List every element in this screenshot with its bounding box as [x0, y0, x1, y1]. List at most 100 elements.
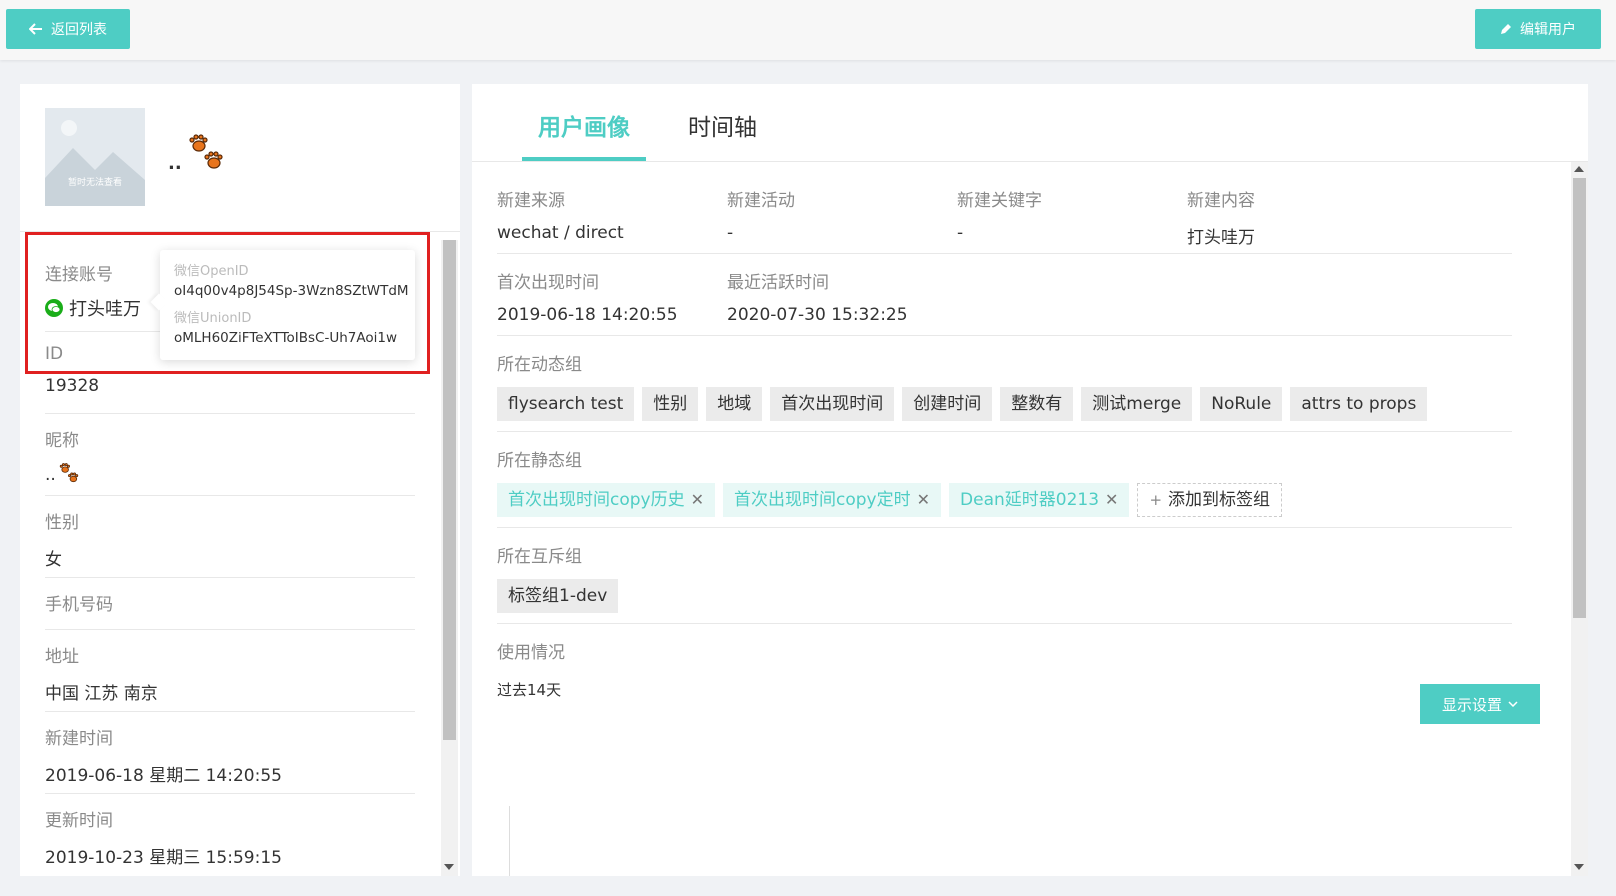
add-to-tag-group-button[interactable]: + 添加到标签组 [1137, 483, 1283, 517]
field-value: 2019-10-23 星期三 15:59:15 [45, 848, 282, 868]
top-bar: 返回列表 编辑用户 [0, 0, 1616, 60]
tag-label: 首次出现时间copy定时 [734, 490, 911, 510]
field-label: 更新时间 [45, 811, 113, 831]
info-last-active: 最近活跃时间 2020-07-30 15:32:25 [727, 268, 908, 325]
profile-nickname: .. [168, 134, 226, 174]
pencil-icon [1501, 24, 1511, 34]
info-label: 新建内容 [1187, 191, 1255, 211]
section-title: 所在静态组 [497, 451, 582, 471]
user-info-panel: 暂时无法查看 .. 连接账号 打头哇万 ID 19328 昵称 .. 性别 女 … [20, 84, 460, 876]
user-detail-panel: 用户画像 时间轴 新建来源 wechat / direct 新建活动 - 新建关… [472, 84, 1588, 876]
info-first-seen: 首次出现时间 2019-06-18 14:20:55 [497, 268, 678, 325]
info-keyword: 新建关键字 - [957, 186, 1042, 243]
info-value: - [727, 223, 734, 243]
info-value: 打头哇万 [1187, 228, 1255, 248]
group-tag[interactable]: 整数有 [1000, 387, 1074, 421]
tab-timeline[interactable]: 时间轴 [688, 108, 757, 142]
mutex-groups-section: 所在互斥组 标签组1-dev [497, 528, 1512, 624]
field-created-at: 新建时间 2019-06-18 星期二 14:20:55 [45, 724, 415, 794]
mutex-group-tags: 标签组1-dev [497, 579, 1512, 613]
static-groups-section: 所在静态组 首次出现时间copy历史 ✕ 首次出现时间copy定时 ✕ Dean… [497, 432, 1512, 528]
dynamic-group-tags: flysearch test 性别 地域 首次出现时间 创建时间 整数有 测试m… [497, 387, 1512, 421]
group-tag[interactable]: NoRule [1200, 387, 1283, 421]
info-activity: 新建活动 - [727, 186, 795, 243]
add-button-label: 添加到标签组 [1168, 490, 1271, 510]
field-nickname: 昵称 .. [45, 426, 415, 496]
display-settings-button[interactable]: 显示设置 [1420, 684, 1540, 724]
dynamic-groups-section: 所在动态组 flysearch test 性别 地域 首次出现时间 创建时间 整… [497, 336, 1512, 432]
arrow-left-icon [29, 23, 42, 35]
right-scrollbar-thumb[interactable] [1573, 178, 1586, 618]
field-label: 性别 [45, 513, 79, 533]
wechat-id-tooltip: 微信OpenID oI4q00v4p8J54Sp-3Wzn8SZtWTdM 微信… [150, 250, 415, 360]
info-value: 2019-06-18 14:20:55 [497, 305, 678, 325]
info-label: 最近活跃时间 [727, 273, 829, 293]
profile-header: 暂时无法查看 .. [20, 84, 460, 232]
usage-section: 使用情况 过去14天 [497, 624, 1512, 724]
field-updated-at: 更新时间 2019-10-23 星期三 15:59:15 [45, 806, 415, 876]
time-info-section: 首次出现时间 2019-06-18 14:20:55 最近活跃时间 2020-0… [497, 254, 1512, 336]
left-scrollbar-thumb[interactable] [443, 240, 456, 740]
back-to-list-button[interactable]: 返回列表 [6, 9, 130, 49]
right-scrollbar[interactable] [1571, 162, 1588, 876]
static-group-tag[interactable]: 首次出现时间copy历史 ✕ [497, 483, 716, 517]
group-tag[interactable]: 创建时间 [902, 387, 993, 421]
scroll-down-arrow-icon[interactable] [1574, 864, 1584, 870]
remove-tag-icon[interactable]: ✕ [917, 483, 930, 517]
info-value: wechat / direct [497, 223, 624, 243]
info-label: 首次出现时间 [497, 273, 599, 293]
openid-value: oI4q00v4p8J54Sp-3Wzn8SZtWTdM [174, 283, 409, 299]
image-placeholder-icon [45, 120, 145, 206]
group-tag[interactable]: 测试merge [1081, 387, 1193, 421]
field-label: 手机号码 [45, 595, 113, 615]
paw-emoji-icon [189, 134, 223, 169]
group-tag[interactable]: 性别 [642, 387, 699, 421]
remove-tag-icon[interactable]: ✕ [691, 483, 704, 517]
section-title: 使用情况 [497, 643, 565, 663]
edit-user-button[interactable]: 编辑用户 [1475, 9, 1601, 49]
field-label: 昵称 [45, 431, 79, 451]
info-label: 新建关键字 [957, 191, 1042, 211]
field-label: 新建时间 [45, 729, 113, 749]
section-title: 所在动态组 [497, 355, 582, 375]
static-group-tags: 首次出现时间copy历史 ✕ 首次出现时间copy定时 ✕ Dean延时器021… [497, 483, 1512, 517]
avatar: 暂时无法查看 [45, 108, 145, 206]
group-tag[interactable]: 地域 [706, 387, 763, 421]
avatar-caption: 暂时无法查看 [67, 178, 122, 188]
usage-chart-axis [509, 806, 510, 876]
field-value: 19328 [45, 376, 100, 396]
field-gender: 性别 女 [45, 508, 415, 578]
info-label: 新建来源 [497, 191, 565, 211]
unionid-label: 微信UnionID [174, 311, 252, 326]
chevron-down-icon [1508, 701, 1518, 707]
left-scrollbar[interactable] [441, 240, 458, 876]
info-content: 新建内容 打头哇万 [1187, 186, 1255, 248]
edit-button-label: 编辑用户 [1520, 22, 1576, 38]
scroll-down-arrow-icon[interactable] [444, 864, 454, 870]
field-address: 地址 中国 江苏 南京 [45, 642, 415, 712]
tag-label: 首次出现时间copy历史 [508, 490, 685, 510]
unionid-value: oMLH60ZiFTeXTToIBsC-Uh7Aoi1w [174, 330, 398, 346]
field-value: .. [45, 463, 415, 485]
field-value: 女 [45, 550, 62, 570]
tab-user-profile[interactable]: 用户画像 [538, 108, 630, 142]
back-button-label: 返回列表 [51, 22, 107, 38]
group-tag[interactable]: 首次出现时间 [770, 387, 895, 421]
field-phone: 手机号码 [45, 590, 415, 630]
group-tag[interactable]: flysearch test [497, 387, 635, 421]
field-value: 中国 江苏 南京 [45, 684, 158, 704]
group-tag[interactable]: 标签组1-dev [497, 579, 619, 613]
info-label: 新建活动 [727, 191, 795, 211]
tag-label: Dean延时器0213 [960, 490, 1100, 510]
openid-label: 微信OpenID [174, 264, 249, 279]
detail-tabs: 用户画像 时间轴 [472, 84, 1588, 162]
scroll-up-arrow-icon[interactable] [1574, 166, 1584, 172]
static-group-tag[interactable]: Dean延时器0213 ✕ [949, 483, 1130, 517]
plus-icon: + [1149, 491, 1163, 509]
remove-tag-icon[interactable]: ✕ [1105, 483, 1118, 517]
group-tag[interactable]: attrs to props [1290, 387, 1428, 421]
source-info-section: 新建来源 wechat / direct 新建活动 - 新建关键字 - 新建内容… [497, 162, 1512, 254]
display-settings-label: 显示设置 [1441, 695, 1502, 714]
section-title: 所在互斥组 [497, 547, 582, 567]
static-group-tag[interactable]: 首次出现时间copy定时 ✕ [723, 483, 942, 517]
